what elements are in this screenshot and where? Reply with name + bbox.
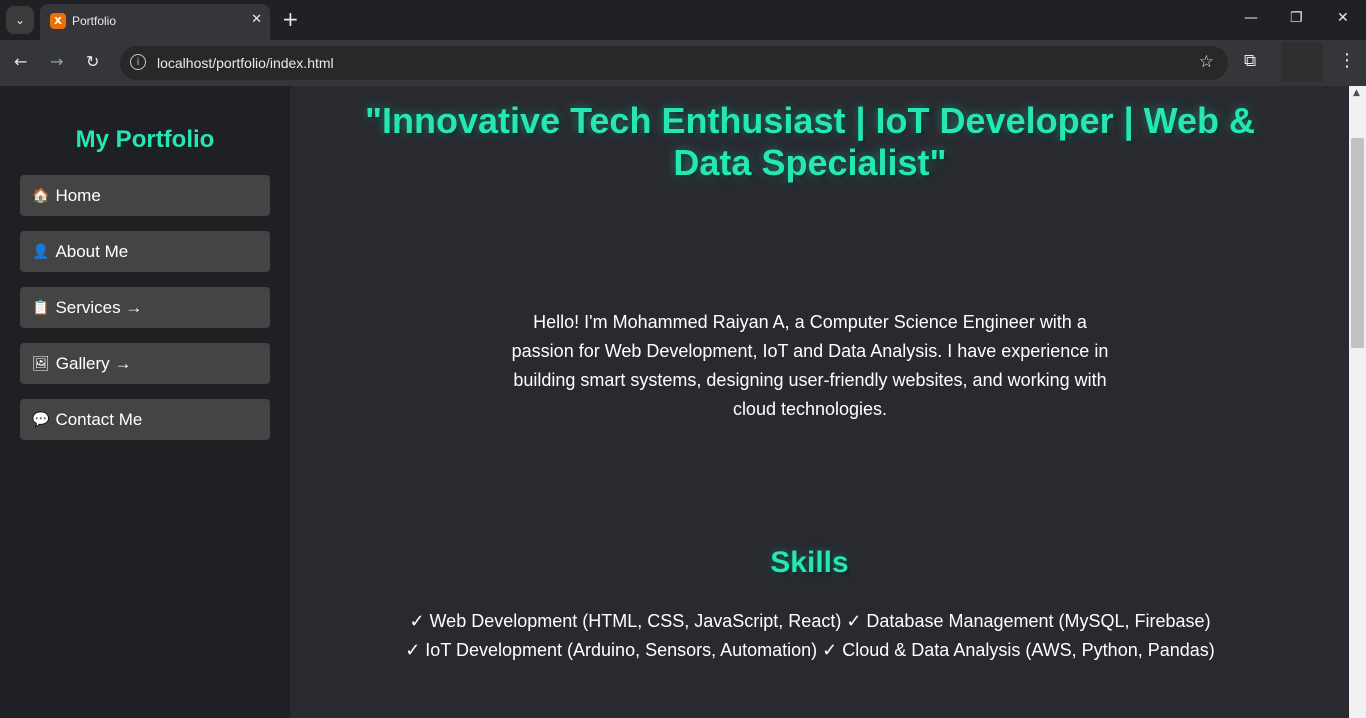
- nav-item-label: About Me: [55, 241, 129, 261]
- tab-title: Portfolio: [72, 14, 117, 28]
- nav-item-services[interactable]: 📋 Services →: [20, 287, 270, 328]
- bookmark-star-icon[interactable]: ☆: [1199, 52, 1214, 72]
- extensions-puzzle-icon[interactable]: ⧉: [1244, 51, 1256, 71]
- reload-icon[interactable]: ↻: [86, 52, 99, 71]
- scroll-up-arrow-icon[interactable]: ▲: [1353, 88, 1360, 98]
- browser-tab[interactable]: X Portfolio ✕: [40, 4, 270, 40]
- profile-avatar[interactable]: [1281, 42, 1323, 82]
- restore-button[interactable]: ❐: [1290, 10, 1303, 26]
- browser-tab-bar: ⌄ X Portfolio ✕ + — ❐ ✕: [0, 0, 1366, 40]
- tab-close-icon[interactable]: ✕: [251, 12, 262, 27]
- close-window-button[interactable]: ✕: [1337, 10, 1349, 26]
- site-logo[interactable]: My Portfolio: [0, 126, 290, 154]
- nav-item-contact[interactable]: 💬 Contact Me: [20, 399, 270, 440]
- browser-toolbar: ← → ↻ i localhost/portfolio/index.html ☆…: [0, 40, 1366, 86]
- back-arrow-icon[interactable]: ←: [14, 52, 27, 71]
- nav-item-home[interactable]: 🏠 Home: [20, 175, 270, 216]
- speech-bubble-icon: 💬: [32, 411, 50, 428]
- minimize-button[interactable]: —: [1244, 10, 1258, 26]
- nav-item-about[interactable]: 👤 About Me: [20, 231, 270, 272]
- nav-item-label: Gallery →: [55, 353, 132, 373]
- scrollbar-thumb[interactable]: [1351, 138, 1364, 348]
- skills-heading: Skills: [770, 546, 849, 579]
- url-text[interactable]: localhost/portfolio/index.html: [157, 55, 334, 71]
- home-icon: 🏠: [32, 187, 50, 204]
- nav-item-gallery[interactable]: 🖼 Gallery →: [20, 343, 270, 384]
- picture-icon: 🖼: [32, 355, 50, 372]
- favicon-icon: X: [50, 13, 66, 29]
- nav-item-label: Contact Me: [55, 409, 143, 429]
- site-info-icon[interactable]: i: [130, 54, 146, 70]
- main-content: "Innovative Tech Enthusiast | IoT Develo…: [290, 86, 1349, 718]
- skills-list: ✓ Web Development (HTML, CSS, JavaScript…: [405, 611, 1215, 660]
- intro-paragraph: Hello! I'm Mohammed Raiyan A, a Computer…: [511, 312, 1109, 419]
- nav-item-label: Home: [55, 185, 101, 205]
- new-tab-button[interactable]: +: [282, 8, 299, 30]
- tab-search-chevron-icon[interactable]: ⌄: [6, 6, 34, 34]
- nav-item-label: Services →: [55, 297, 143, 317]
- person-icon: 👤: [32, 243, 50, 260]
- page-scrollbar[interactable]: ▲: [1349, 86, 1366, 718]
- hero-headline: "Innovative Tech Enthusiast | IoT Develo…: [364, 100, 1256, 183]
- forward-arrow-icon[interactable]: →: [50, 52, 63, 71]
- sidebar: My Portfolio 🏠 Home 👤 About Me 📋 Service…: [0, 86, 290, 718]
- clipboard-icon: 📋: [32, 299, 50, 316]
- browser-menu-kebab-icon[interactable]: ⋮: [1338, 50, 1356, 71]
- address-bar[interactable]: i localhost/portfolio/index.html ☆: [120, 46, 1228, 80]
